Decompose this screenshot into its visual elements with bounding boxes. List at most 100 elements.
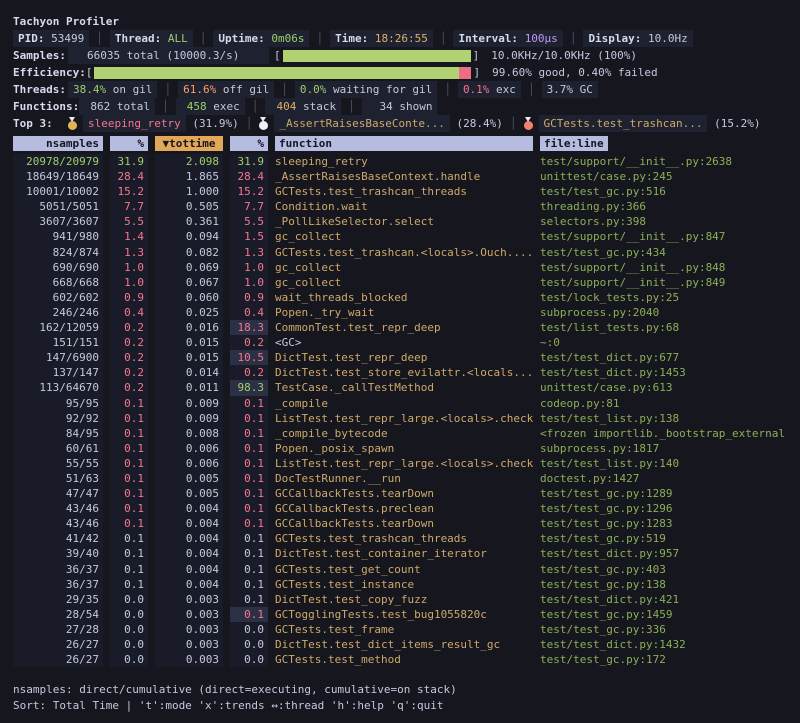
- cell-cumulative-percent: 5.5: [230, 214, 268, 229]
- cell-nsamples: 690/690: [13, 260, 103, 275]
- threads-percent: 0.0%: [300, 83, 327, 96]
- cell-file-line: test/test_gc.py:1283: [540, 516, 790, 531]
- cell-function: gc_collect: [275, 275, 533, 290]
- efficiency-bar-bad: [459, 67, 471, 79]
- cell-direct-percent: 1.4: [110, 229, 148, 244]
- cell-direct-percent: 0.2: [110, 335, 148, 350]
- cell-file-line: test/test_dict.py:677: [540, 350, 790, 365]
- cell-cumulative-percent: 15.2: [230, 184, 268, 199]
- cell-nsamples: 36/37: [13, 562, 103, 577]
- threads-segment: 0.1% exc: [458, 81, 521, 98]
- top3-item: sleeping_retry (31.9%): [68, 115, 239, 132]
- functions-segment: 862 total: [79, 98, 155, 115]
- cell-direct-percent: 0.1: [110, 486, 148, 501]
- functions-segment-label: exec: [207, 100, 240, 113]
- functions-segment-label: total: [110, 100, 150, 113]
- cell-direct-percent: 0.2: [110, 320, 148, 335]
- info-value: ALL: [168, 32, 188, 45]
- medal-icon: [68, 117, 77, 130]
- cell-cumulative-percent: 28.4: [230, 169, 268, 184]
- cell-tottime: 0.015: [155, 350, 223, 365]
- cell-direct-percent: 0.0: [110, 592, 148, 607]
- cell-function: GCCallbackTests.preclean: [275, 501, 533, 516]
- table-row: 43/46 0.1 0.004 0.1 GCCallbackTests.tear…: [13, 516, 790, 531]
- cell-tottime: 0.003: [155, 607, 223, 622]
- column-header-direct-percent[interactable]: %: [110, 136, 148, 151]
- info-label: Interval:: [458, 32, 518, 45]
- cell-direct-percent: 0.1: [110, 441, 148, 456]
- table-row: 26/27 0.0 0.003 0.0 GCTests.test_method …: [13, 652, 790, 667]
- top3-percent: (31.9%): [192, 115, 238, 132]
- cell-nsamples: 55/55: [13, 456, 103, 471]
- cell-function: DictTest.test_dict_items_result_gc: [275, 637, 533, 652]
- info-item: Interval: 100µs: [453, 30, 562, 47]
- cell-tottime: 1.865: [155, 169, 223, 184]
- cell-file-line: threading.py:366: [540, 199, 790, 214]
- top3-line: Top 3: sleeping_retry (31.9%)│ _AssertRa…: [13, 115, 790, 132]
- cell-nsamples: 18649/18649: [13, 169, 103, 184]
- medal-icon: [259, 117, 268, 130]
- cell-tottime: 0.006: [155, 441, 223, 456]
- table-header: nsamples % ▼tottime % function file:line: [13, 135, 790, 152]
- threads-segment-label: exc: [489, 83, 516, 96]
- info-label: PID:: [18, 32, 45, 45]
- top3-item: _AssertRaisesBaseConte... (28.4%): [259, 115, 503, 132]
- top3-item: GCTests.test_trashcan... (15.2%): [524, 115, 761, 132]
- top3-items: sleeping_retry (31.9%)│ _AssertRaisesBas…: [68, 115, 767, 132]
- separator: │: [570, 30, 577, 47]
- cell-function: DocTestRunner.__run: [275, 471, 533, 486]
- cell-file-line: test/test_dict.py:1453: [540, 365, 790, 380]
- threads-segments: 38.4% on gil│ 61.6% off gil│ 0.0% waitin…: [68, 81, 605, 98]
- threads-line: Threads: 38.4% on gil│ 61.6% off gil│ 0.…: [13, 81, 790, 98]
- column-header-function[interactable]: function: [275, 136, 533, 151]
- separator: │: [162, 98, 169, 115]
- cell-file-line: test/test_gc.py:138: [540, 577, 790, 592]
- cell-cumulative-percent: 0.9: [230, 290, 268, 305]
- table-row: 28/54 0.0 0.003 0.1 GCTogglingTests.test…: [13, 607, 790, 622]
- cell-tottime: 0.082: [155, 245, 223, 260]
- column-header-file-line[interactable]: file:line: [540, 135, 790, 152]
- cell-direct-percent: 0.1: [110, 471, 148, 486]
- table-row: 20978/20979 31.9 2.098 31.9 sleeping_ret…: [13, 154, 790, 169]
- cell-tottime: 0.067: [155, 275, 223, 290]
- threads-segment-label: GC: [573, 83, 593, 96]
- cell-function: sleeping_retry: [275, 154, 533, 169]
- cell-cumulative-percent: 0.1: [230, 486, 268, 501]
- cell-nsamples: 137/147: [13, 365, 103, 380]
- functions-segments: 862 total│ 458 exec│ 404 stack│ 34 shown…: [79, 98, 444, 115]
- samples-label: Samples:: [13, 47, 68, 64]
- cell-function: ListTest.test_repr_large.<locals>.check: [275, 411, 533, 426]
- cell-function: GCTogglingTests.test_bug1055820c: [275, 607, 533, 622]
- cell-nsamples: 10001/10002: [13, 184, 103, 199]
- cell-function: ListTest.test_repr_large.<locals>.check: [275, 456, 533, 471]
- column-header-cumulative-percent[interactable]: %: [230, 136, 268, 151]
- functions-line: Functions: 862 total│ 458 exec│ 404 stac…: [13, 98, 790, 115]
- cell-cumulative-percent: 0.4: [230, 305, 268, 320]
- cell-file-line: test/test_gc.py:519: [540, 531, 790, 546]
- functions-count: 34: [367, 98, 393, 115]
- cell-nsamples: 43/46: [13, 516, 103, 531]
- cell-nsamples: 36/37: [13, 577, 103, 592]
- cell-cumulative-percent: 1.0: [230, 275, 268, 290]
- table-row: 92/92 0.1 0.009 0.1 ListTest.test_repr_l…: [13, 411, 790, 426]
- column-header-nsamples[interactable]: nsamples: [13, 136, 103, 151]
- bar-open-bracket: [: [274, 47, 281, 64]
- cell-direct-percent: 0.1: [110, 562, 148, 577]
- cell-nsamples: 151/151: [13, 335, 103, 350]
- cell-tottime: 0.003: [155, 622, 223, 637]
- threads-segment-label: waiting for gil: [326, 83, 432, 96]
- table-row: 43/46 0.1 0.004 0.1 GCCallbackTests.prec…: [13, 501, 790, 516]
- threads-label: Threads:: [13, 81, 68, 98]
- cell-file-line: subprocess.py:1817: [540, 441, 790, 456]
- info-value: 53499: [51, 32, 84, 45]
- column-header-tottime-sorted[interactable]: ▼tottime: [155, 136, 223, 151]
- cell-file-line: test/test_dict.py:421: [540, 592, 790, 607]
- table-row: 3607/3607 5.5 0.361 5.5 _PollLikeSelecto…: [13, 214, 790, 229]
- table-row: 690/690 1.0 0.069 1.0 gc_collect test/su…: [13, 260, 790, 275]
- table-row: 137/147 0.2 0.014 0.2 DictTest.test_stor…: [13, 365, 790, 380]
- cell-file-line: test/support/__init__.py:847: [540, 229, 790, 244]
- cell-direct-percent: 0.2: [110, 350, 148, 365]
- cell-file-line: ~:0: [540, 335, 790, 350]
- functions-segment-label: stack: [296, 100, 336, 113]
- table-row: 27/28 0.0 0.003 0.0 GCTests.test_frame t…: [13, 622, 790, 637]
